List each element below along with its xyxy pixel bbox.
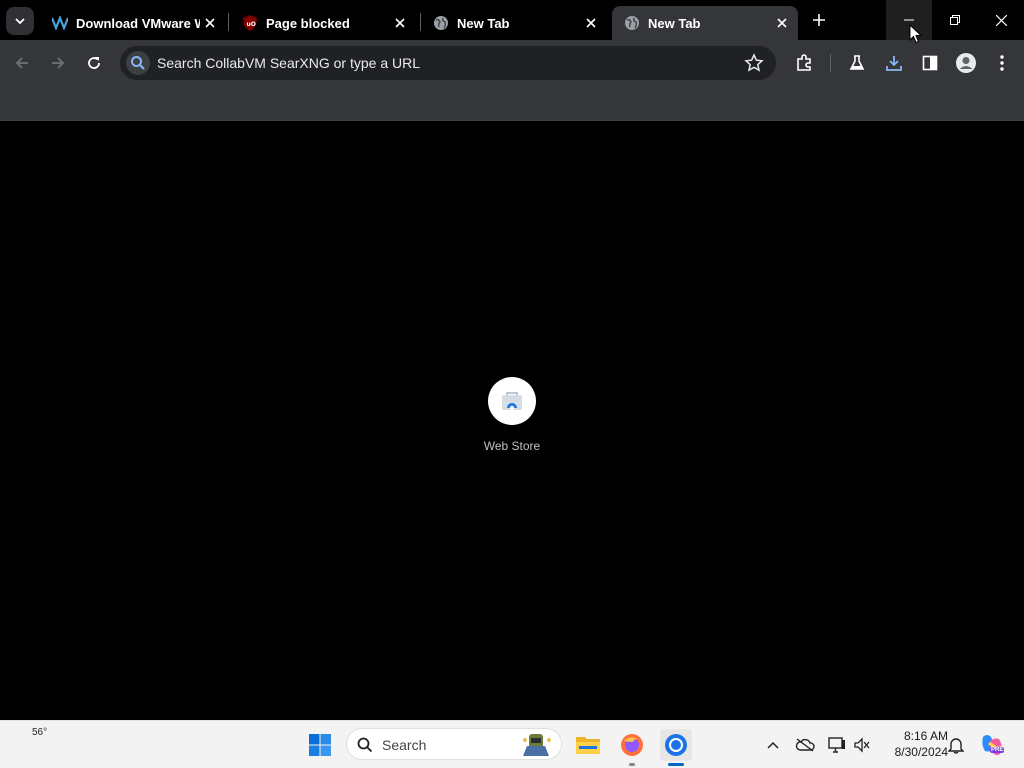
shortcut-web-store[interactable]: Web Store [472, 377, 552, 467]
omnibox[interactable]: Search CollabVM SearXNG or type a URL [120, 46, 776, 80]
bookmarks-bar [0, 86, 1024, 121]
chevron-down-icon [15, 18, 25, 25]
tab-new-tab-active[interactable]: New Tab [612, 6, 798, 40]
chevron-up-icon [767, 741, 779, 749]
weather-widget[interactable]: 56° [18, 727, 58, 763]
file-explorer-icon [576, 737, 600, 754]
clock-time: 8:16 AM [903, 729, 948, 743]
profile-button[interactable] [952, 49, 980, 77]
flask-icon [849, 55, 865, 70]
chrome-icon [665, 734, 687, 756]
network-button[interactable] [827, 735, 847, 755]
plus-icon [813, 14, 825, 26]
copilot-badge: PRE [990, 747, 1005, 753]
taskbar-search[interactable]: Search [346, 728, 562, 760]
profile-avatar-icon [956, 53, 976, 73]
copilot-icon [982, 735, 1002, 755]
file-explorer-button[interactable] [572, 729, 604, 761]
restore-icon [950, 15, 960, 25]
close-window-button[interactable] [978, 0, 1024, 40]
downloads-button[interactable] [880, 49, 908, 77]
onedrive-offline-icon [795, 738, 815, 752]
new-tab-page: Web Store [0, 121, 1024, 720]
extensions-button[interactable] [790, 49, 818, 77]
search-highlight-icon [523, 734, 551, 756]
notifications-button[interactable] [946, 735, 966, 755]
network-icon [828, 737, 845, 753]
volume-button[interactable] [852, 735, 872, 755]
puzzle-icon [797, 54, 811, 71]
reload-icon [88, 57, 100, 69]
weather-temperature: 56° [32, 727, 48, 738]
ublock-icon: uO [242, 15, 258, 31]
svg-text:uO: uO [247, 21, 256, 28]
tab-separator [228, 13, 229, 31]
labs-button[interactable] [843, 49, 871, 77]
forward-button[interactable] [44, 49, 72, 77]
vmware-icon [52, 15, 68, 31]
clock-date: 8/30/2024 [894, 745, 948, 759]
bell-icon [948, 738, 964, 754]
tab-title: Page blocked [266, 15, 350, 31]
taskbar-search-label: Search [382, 737, 427, 753]
forward-arrow-icon [52, 57, 65, 69]
tab-search-button[interactable] [6, 7, 34, 35]
chrome-active-indicator [668, 763, 684, 766]
close-tab-icon[interactable] [390, 13, 410, 33]
web-store-icon [488, 377, 536, 425]
side-panel-button[interactable] [916, 49, 944, 77]
globe-icon [433, 15, 449, 31]
tab-download-vmware[interactable]: Download VMware W [40, 6, 226, 40]
clock[interactable]: 8:16 AM 8/30/2024 [876, 728, 948, 760]
download-icon [886, 56, 902, 71]
tab-title: New Tab [648, 15, 701, 31]
firefox-icon [621, 734, 643, 756]
tab-title: New Tab [457, 15, 510, 31]
omnibox-placeholder: Search CollabVM SearXNG or type a URL [157, 55, 420, 71]
back-button[interactable] [8, 49, 36, 77]
chrome-button[interactable] [660, 729, 692, 761]
close-icon [995, 14, 1007, 26]
globe-icon [624, 15, 640, 31]
start-button[interactable] [304, 729, 336, 761]
copilot-button[interactable]: PRE [976, 729, 1008, 761]
close-tab-icon[interactable] [772, 13, 792, 33]
windows-start-icon [309, 734, 331, 756]
side-panel-icon [922, 55, 938, 71]
firefox-running-indicator [629, 763, 635, 766]
toolbar-divider [830, 54, 831, 72]
search-icon [357, 737, 373, 753]
bookmark-star-icon[interactable] [744, 53, 764, 73]
windows-taskbar: 56° Search 8:16 AM 8/30/2024 PRE [0, 720, 1024, 768]
search-icon [131, 56, 145, 70]
tab-title: Download VMware W [76, 15, 200, 31]
close-tab-icon[interactable] [581, 13, 601, 33]
tab-new-tab[interactable]: New Tab [421, 6, 607, 40]
new-tab-button[interactable] [806, 7, 832, 33]
close-tab-icon[interactable] [200, 13, 220, 33]
show-hidden-icons-button[interactable] [763, 735, 783, 755]
reload-button[interactable] [80, 49, 108, 77]
shortcut-label: Web Store [483, 439, 541, 453]
restore-button[interactable] [932, 0, 978, 40]
search-engine-icon [126, 51, 150, 75]
browser-toolbar: Search CollabVM SearXNG or type a URL [0, 40, 1024, 86]
mouse-cursor-icon [909, 24, 923, 44]
kebab-menu-icon [1000, 55, 1004, 71]
tab-page-blocked[interactable]: uO Page blocked [230, 6, 416, 40]
back-arrow-icon [15, 57, 28, 69]
moon-weather-icon [26, 741, 44, 760]
tab-strip: Download VMware W uO Page blocked New Ta… [0, 0, 1024, 40]
firefox-button[interactable] [616, 729, 648, 761]
menu-button[interactable] [988, 49, 1016, 77]
onedrive-button[interactable] [795, 735, 815, 755]
volume-icon [854, 737, 870, 753]
